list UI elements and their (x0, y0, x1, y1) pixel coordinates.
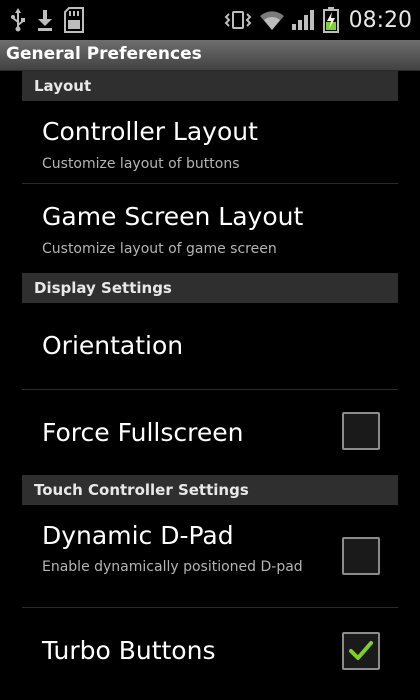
pref-game-screen-layout[interactable]: Game Screen Layout Customize layout of g… (22, 184, 398, 272)
section-header-layout: Layout (22, 71, 398, 101)
section-header-touch-controller-settings: Touch Controller Settings (22, 475, 398, 505)
pref-summary: Customize layout of buttons (42, 156, 240, 172)
vibrate-icon (223, 8, 253, 32)
pref-summary: Customize layout of game screen (42, 241, 277, 257)
check-mark-icon (349, 641, 373, 660)
pref-dynamic-d-pad[interactable]: Dynamic D-Pad Enable dynamically positio… (22, 505, 398, 606)
section-header-label: Touch Controller Settings (34, 481, 249, 499)
download-icon (36, 8, 54, 32)
title-bar: General Preferences (0, 40, 420, 71)
section-header-label: Layout (34, 77, 92, 95)
wifi-icon (259, 8, 285, 32)
pref-controller-layout[interactable]: Controller Layout Customize layout of bu… (22, 101, 398, 182)
pref-title: Orientation (42, 331, 184, 360)
status-bar: 08:20 (0, 0, 420, 40)
status-right-icons: 08:20 (223, 6, 412, 34)
page-title: General Preferences (6, 44, 202, 64)
force-fullscreen-checkbox[interactable] (342, 412, 380, 450)
pref-title: Dynamic D-Pad (42, 521, 234, 550)
usb-icon (10, 8, 26, 32)
signal-icon (291, 8, 317, 32)
dynamic-d-pad-checkbox[interactable] (342, 537, 380, 575)
pref-title: Controller Layout (42, 117, 258, 146)
battery-charging-icon (322, 7, 339, 33)
pref-turbo-buttons[interactable]: Turbo Buttons (22, 608, 398, 696)
status-time: 08:20 (348, 7, 412, 33)
pref-force-fullscreen[interactable]: Force Fullscreen (22, 390, 398, 474)
pref-summary: Enable dynamically positioned D-pad (42, 559, 303, 575)
turbo-buttons-checkbox[interactable] (342, 632, 380, 670)
pref-title: Turbo Buttons (42, 636, 216, 665)
pref-title: Force Fullscreen (42, 418, 244, 447)
pref-orientation[interactable]: Orientation (22, 303, 398, 389)
status-left-icons (10, 6, 84, 34)
pref-title: Game Screen Layout (42, 202, 304, 231)
section-header-label: Display Settings (34, 279, 172, 297)
section-header-display-settings: Display Settings (22, 273, 398, 303)
sd-card-icon (64, 7, 84, 33)
